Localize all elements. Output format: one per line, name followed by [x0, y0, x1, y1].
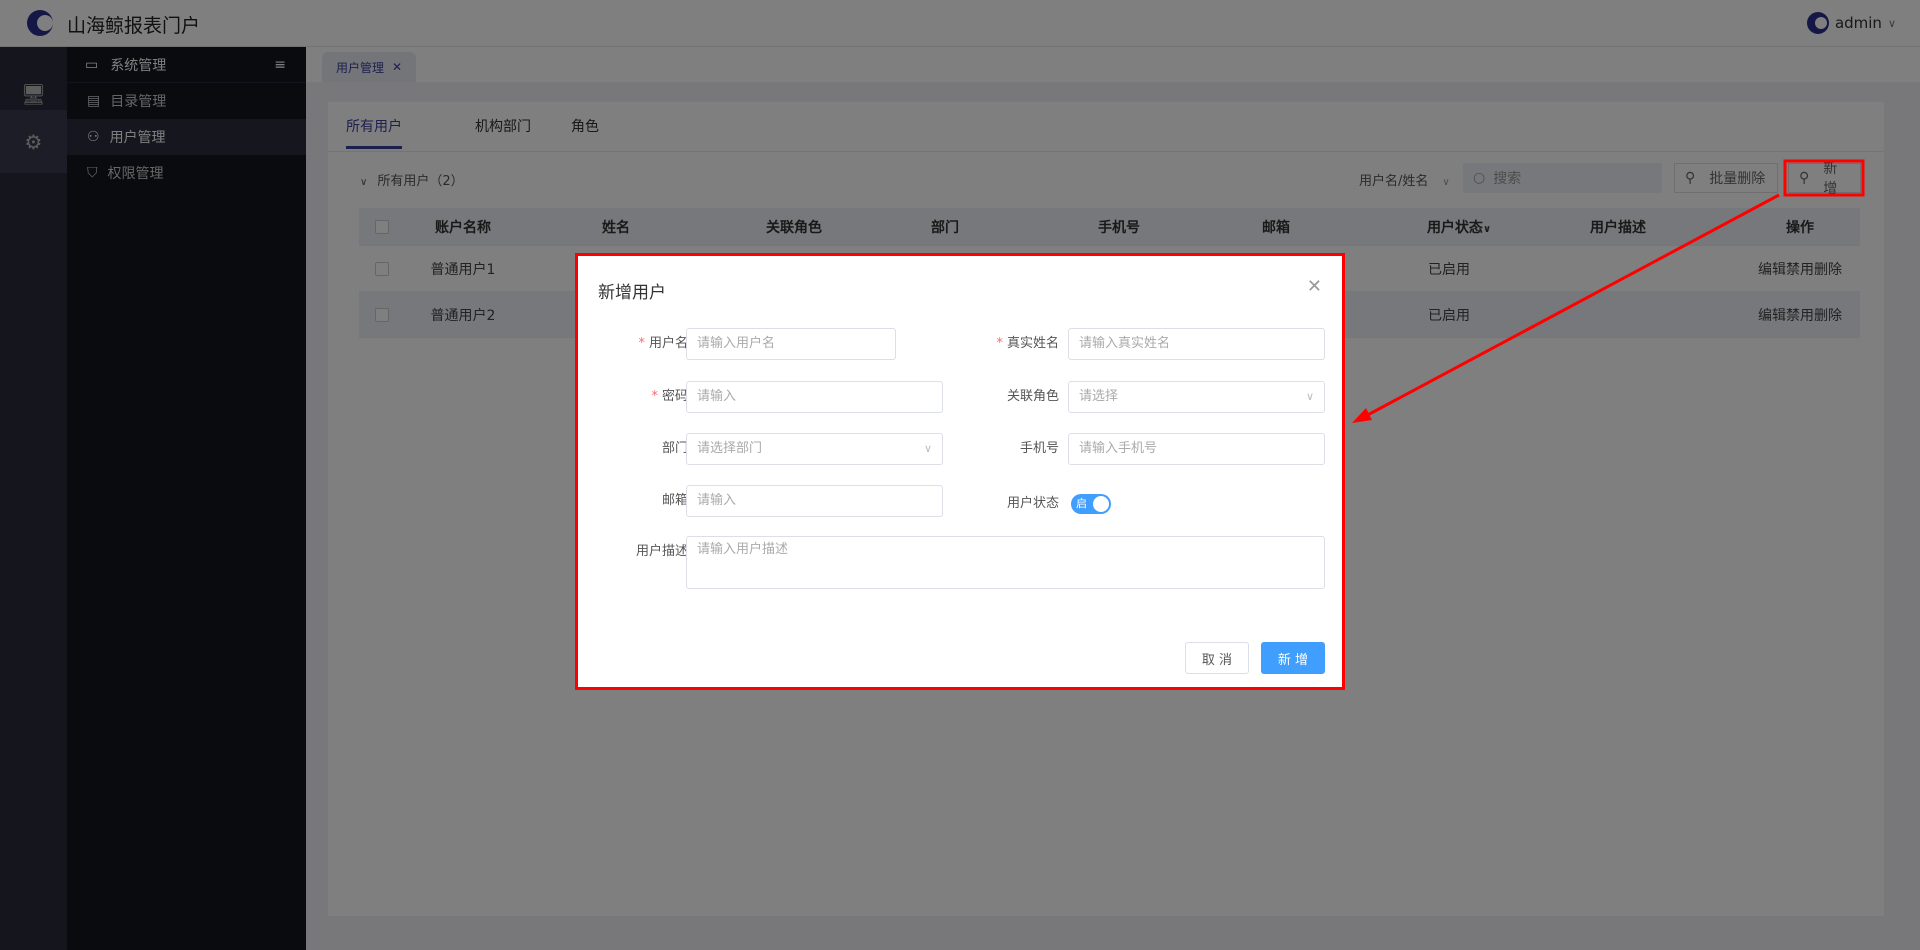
- highlight-box: [1783, 159, 1865, 197]
- annotation-arrow: [1361, 193, 1780, 420]
- arrow-head-icon: [1352, 408, 1372, 423]
- annotation-layer: [1352, 159, 1865, 423]
